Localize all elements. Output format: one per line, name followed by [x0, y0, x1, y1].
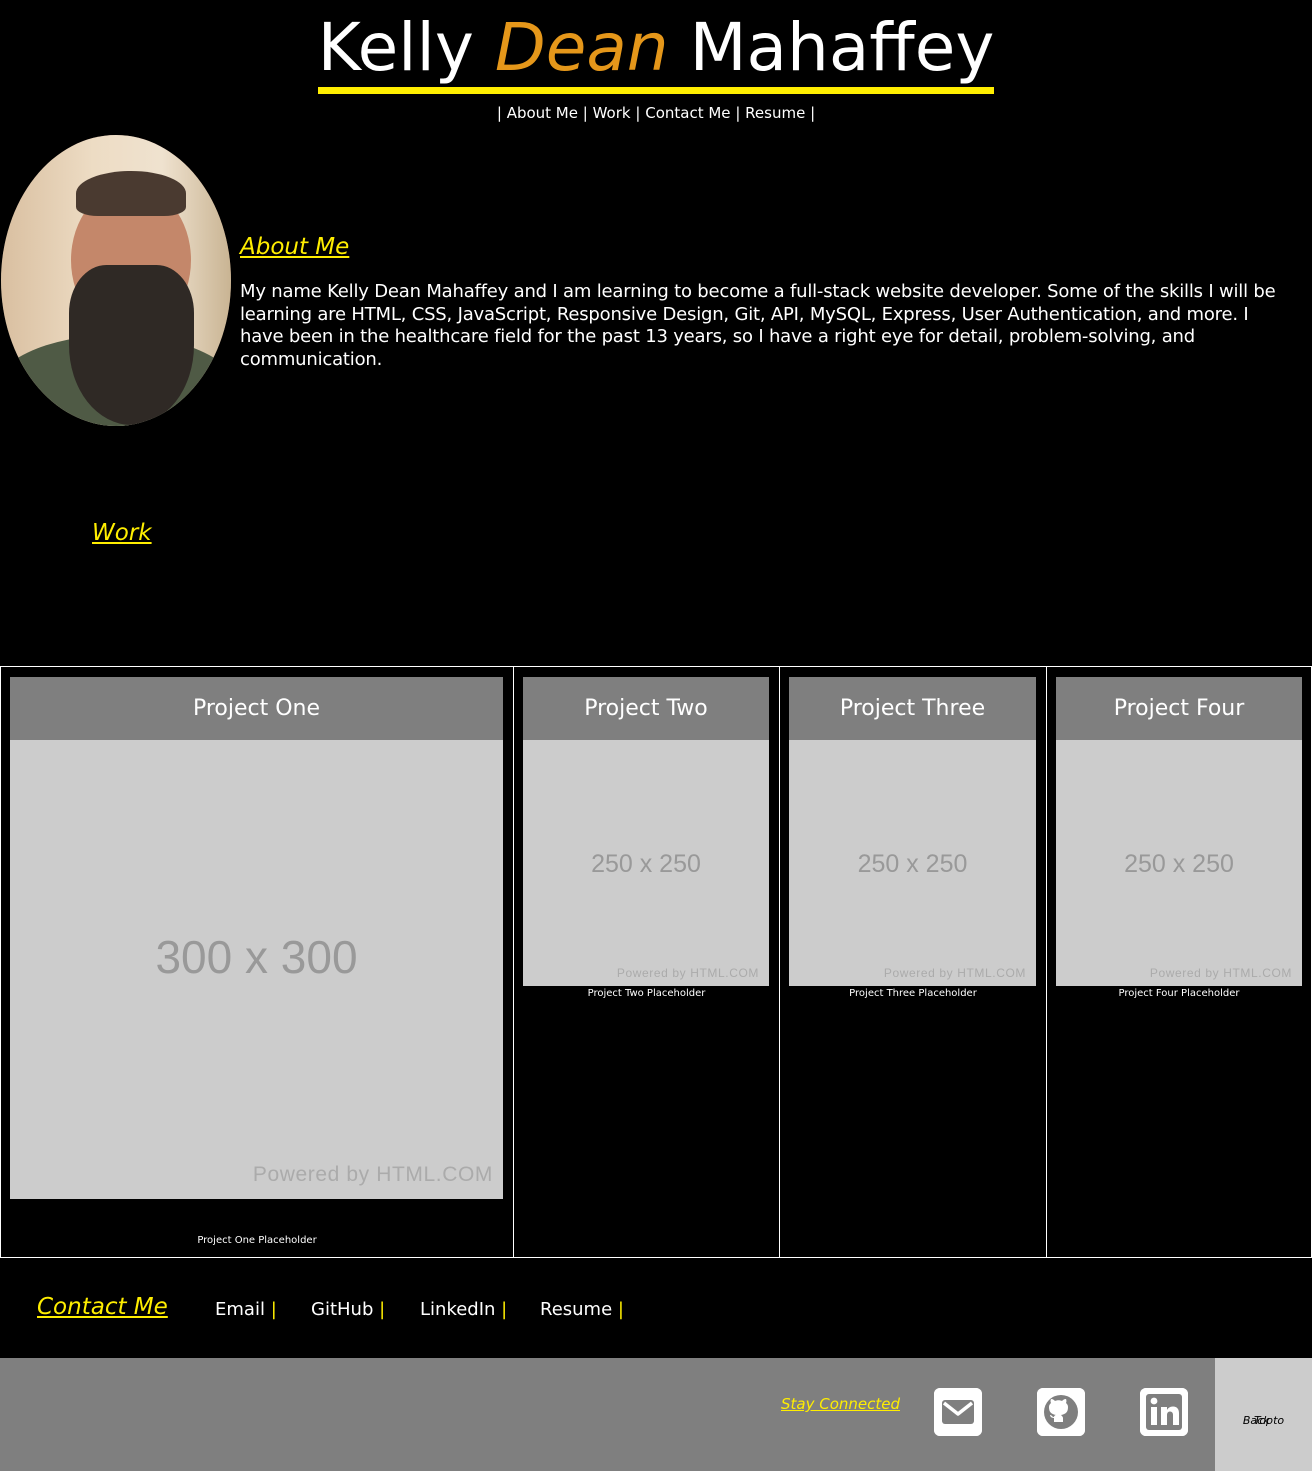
name-last: Mahaffey [689, 9, 995, 86]
project-image-placeholder[interactable]: 250 x 250 Powered by HTML.COM [1056, 740, 1302, 986]
about-text: My name Kelly Dean Mahaffey and I am lea… [240, 281, 1276, 370]
back-to-top-button[interactable]: Back to Top [1215, 1358, 1312, 1471]
nav-work-link[interactable]: Work [593, 104, 631, 122]
placeholder-size-label: 250 x 250 [1124, 850, 1234, 878]
linkedin-icon[interactable] [1140, 1388, 1188, 1436]
stay-connected-link[interactable]: Stay Connected [781, 1395, 900, 1413]
project-caption: Project One Placeholder [197, 1235, 317, 1246]
placeholder-size-label: 250 x 250 [857, 850, 968, 878]
placeholder-size-label: 250 x 250 [591, 850, 701, 878]
project-caption: Project Four Placeholder [1118, 988, 1240, 999]
profile-photo [1, 135, 231, 426]
project-image-placeholder[interactable]: 250 x 250 Powered by HTML.COM [523, 740, 769, 986]
top-nav: | About Me | Work | Contact Me | Resume … [496, 104, 816, 122]
footer: Stay Connected Back to Top [0, 1358, 1312, 1471]
site-title-underline: Kelly Dean Mahaffey [317, 9, 995, 94]
project-caption: Project Three Placeholder [849, 988, 977, 999]
back-to-top-line2: Top [1253, 1414, 1274, 1427]
contact-link-resume-wrap: Resume | [540, 1299, 624, 1320]
placeholder-powered-label: Powered by HTML.COM [1149, 966, 1292, 980]
contact-link-email[interactable]: Email [215, 1299, 265, 1320]
project-title: Project Three [789, 677, 1036, 740]
nav-contact-link[interactable]: Contact Me [645, 104, 730, 122]
project-title: Project Two [523, 677, 769, 740]
project-image-placeholder[interactable]: 300 x 300 Powered by HTML.COM [10, 740, 503, 1199]
project-card[interactable]: Project Two 250 x 250 Powered by HTML.CO… [513, 667, 779, 1257]
project-caption: Project Two Placeholder [587, 988, 706, 999]
contact-link-linkedin[interactable]: LinkedIn [420, 1299, 495, 1320]
name-middle: Dean [494, 9, 669, 86]
placeholder-powered-label: Powered by HTML.COM [883, 966, 1026, 980]
contact-link-linkedin-wrap: LinkedIn | [420, 1299, 508, 1320]
project-card[interactable]: Project Four 250 x 250 Powered by HTML.C… [1046, 667, 1312, 1257]
projects-grid: Project One 300 x 300 Powered by HTML.CO… [0, 666, 1312, 1258]
contact-link-resume[interactable]: Resume [540, 1299, 612, 1320]
about-heading: About Me [240, 234, 350, 260]
project-title: Project One [10, 677, 503, 740]
placeholder-powered-label: Powered by HTML.COM [252, 1163, 493, 1186]
contact-link-github-wrap: GitHub | [311, 1299, 386, 1320]
contact-heading: Contact Me [37, 1294, 168, 1320]
name-first: Kelly [317, 9, 474, 86]
github-icon[interactable] [1037, 1388, 1085, 1436]
site-title: Kelly Dean Mahaffey [0, 4, 1312, 94]
email-icon[interactable] [934, 1388, 982, 1436]
placeholder-size-label: 300 x 300 [155, 931, 358, 983]
contact-link-github[interactable]: GitHub [311, 1299, 373, 1320]
project-card[interactable]: Project Three 250 x 250 Powered by HTML.… [779, 667, 1046, 1257]
contact-link-email-wrap: Email | [215, 1299, 277, 1320]
project-title: Project Four [1056, 677, 1302, 740]
project-image-placeholder[interactable]: 250 x 250 Powered by HTML.COM [789, 740, 1036, 986]
nav-about-link[interactable]: About Me [507, 104, 578, 122]
nav-resume-link[interactable]: Resume [745, 104, 805, 122]
placeholder-powered-label: Powered by HTML.COM [616, 966, 759, 980]
project-card[interactable]: Project One 300 x 300 Powered by HTML.CO… [0, 667, 513, 1257]
work-heading: Work [92, 520, 152, 546]
